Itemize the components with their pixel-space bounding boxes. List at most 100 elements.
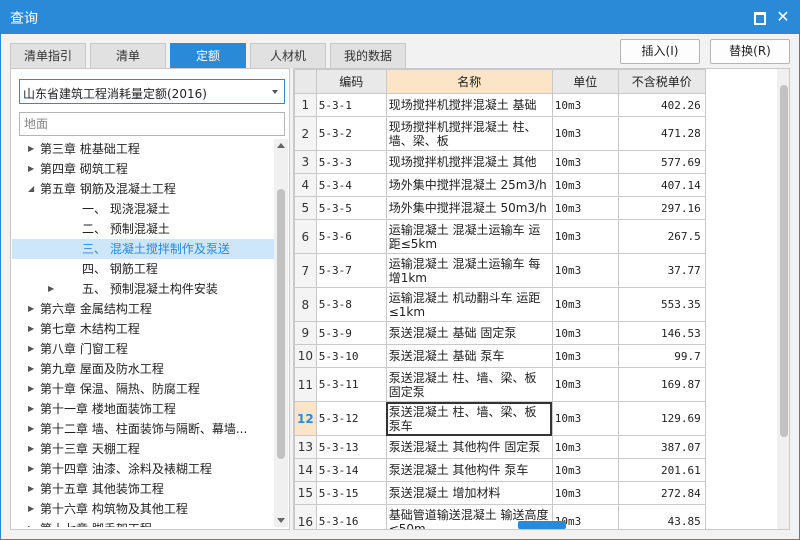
collapsed-arrow-icon[interactable]: ▶: [28, 459, 38, 479]
cell-code[interactable]: 5-3-13: [315, 435, 387, 459]
table-row[interactable]: 11 5-3-11 泵送混凝土 柱、墙、梁、板 固定泵 10m3 169.87: [294, 367, 706, 402]
tree-item[interactable]: ▶ 第十章 保温、隔热、防腐工程: [12, 379, 274, 399]
cell-unit[interactable]: 10m3: [551, 287, 619, 322]
row-number[interactable]: 15: [294, 481, 317, 505]
cell-unit[interactable]: 10m3: [551, 219, 619, 254]
cell-price[interactable]: 267.5: [617, 219, 706, 254]
cell-name[interactable]: 场外集中搅拌混凝土 25m3/h: [385, 173, 553, 197]
tab-quota[interactable]: 定额: [170, 43, 246, 68]
row-number[interactable]: 2: [294, 116, 317, 151]
tree-item[interactable]: ▶第十七章 脚手架工程: [12, 519, 274, 527]
table-row[interactable]: 16 5-3-16 基础管道输送混凝土 输送高度≤50m 10m3 43.85: [294, 504, 706, 529]
tree-item[interactable]: ▶ 第十五章 其他装饰工程: [12, 479, 274, 499]
tab-my-data[interactable]: 我的数据: [330, 43, 406, 68]
insert-button[interactable]: 插入(I): [620, 39, 700, 64]
table-row[interactable]: 9 5-3-9 泵送混凝土 基础 固定泵 10m3 146.53: [294, 321, 706, 345]
cell-price[interactable]: 146.53: [617, 321, 706, 345]
row-number[interactable]: 13: [294, 435, 317, 459]
cell-price[interactable]: 553.35: [617, 287, 706, 322]
column-header-price[interactable]: 不含税单价: [617, 69, 706, 94]
collapsed-arrow-icon[interactable]: ▶: [28, 359, 38, 379]
cell-name[interactable]: 运输混凝土 机动翻斗车 运距≤1km: [385, 287, 553, 322]
cell-code[interactable]: 5-3-15: [315, 481, 387, 505]
cell-price[interactable]: 387.07: [617, 435, 706, 459]
cell-price[interactable]: 169.87: [617, 367, 706, 402]
table-row[interactable]: 8 5-3-8 运输混凝土 机动翻斗车 运距≤1km 10m3 553.35: [294, 287, 706, 322]
scroll-up-icon[interactable]: [277, 143, 285, 148]
cell-name[interactable]: 泵送混凝土 柱、墙、梁、板 泵车: [385, 401, 553, 436]
cell-unit[interactable]: 10m3: [551, 150, 619, 174]
tree-item[interactable]: ▶ 第十一章 楼地面装饰工程: [12, 399, 274, 419]
collapsed-arrow-icon[interactable]: ▶: [28, 499, 38, 519]
cell-unit[interactable]: 10m3: [551, 401, 619, 436]
cell-price[interactable]: 297.16: [617, 196, 706, 220]
cell-name[interactable]: 现场搅拌机搅拌混凝土 其他: [385, 150, 553, 174]
expanded-arrow-icon[interactable]: ◢: [28, 179, 38, 199]
tree-item[interactable]: ◢ 第五章 钢筋及混凝土工程: [12, 179, 274, 199]
cell-name[interactable]: 泵送混凝土 其他构件 泵车: [385, 458, 553, 482]
cell-code[interactable]: 5-3-12: [315, 401, 387, 436]
grid-scrollbar[interactable]: [777, 69, 789, 529]
cell-name[interactable]: 现场搅拌机搅拌混凝土 基础: [385, 93, 553, 117]
row-number[interactable]: 7: [294, 253, 317, 288]
collapsed-arrow-icon[interactable]: ▶: [28, 479, 38, 499]
tree-item[interactable]: ▶ 第九章 屋面及防水工程: [12, 359, 274, 379]
collapsed-arrow-icon[interactable]: ▶: [28, 319, 38, 339]
tree-item[interactable]: ▶ 第八章 门窗工程: [12, 339, 274, 359]
cell-code[interactable]: 5-3-9: [315, 321, 387, 345]
search-input[interactable]: [19, 112, 285, 136]
scroll-thumb[interactable]: [780, 85, 788, 437]
tree-item[interactable]: ▶ 第十二章 墙、柱面装饰与隔断、幕墙...: [12, 419, 274, 439]
cell-name[interactable]: 泵送混凝土 其他构件 固定泵: [385, 435, 553, 459]
cell-unit[interactable]: 10m3: [551, 93, 619, 117]
cell-price[interactable]: 129.69: [617, 401, 706, 436]
row-number[interactable]: 9: [294, 321, 317, 345]
table-row[interactable]: 1 5-3-1 现场搅拌机搅拌混凝土 基础 10m3 402.26: [294, 93, 706, 117]
cell-unit[interactable]: 10m3: [551, 435, 619, 459]
cell-unit[interactable]: 10m3: [551, 116, 619, 151]
cell-code[interactable]: 5-3-2: [315, 116, 387, 151]
table-row[interactable]: 5 5-3-5 场外集中搅拌混凝土 50m3/h 10m3 297.16: [294, 196, 706, 220]
cell-code[interactable]: 5-3-3: [315, 150, 387, 174]
tree-item[interactable]: 四、 钢筋工程: [12, 259, 274, 279]
tree-item[interactable]: ▶ 第六章 金属结构工程: [12, 299, 274, 319]
table-row[interactable]: 10 5-3-10 泵送混凝土 基础 泵车 10m3 99.7: [294, 344, 706, 368]
tree-item[interactable]: 三、 混凝土搅拌制作及泵送: [12, 239, 274, 259]
cell-price[interactable]: 43.85: [617, 504, 706, 529]
cell-price[interactable]: 407.14: [617, 173, 706, 197]
cell-price[interactable]: 201.61: [617, 458, 706, 482]
table-row[interactable]: 13 5-3-13 泵送混凝土 其他构件 固定泵 10m3 387.07: [294, 435, 706, 459]
table-row[interactable]: 4 5-3-4 场外集中搅拌混凝土 25m3/h 10m3 407.14: [294, 173, 706, 197]
cell-unit[interactable]: 10m3: [551, 344, 619, 368]
table-row[interactable]: 7 5-3-7 运输混凝土 混凝土运输车 每增1km 10m3 37.77: [294, 253, 706, 288]
tree-item[interactable]: ▶ 第十四章 油漆、涂料及裱糊工程: [12, 459, 274, 479]
cell-code[interactable]: 5-3-14: [315, 458, 387, 482]
cell-code[interactable]: 5-3-5: [315, 196, 387, 220]
column-header-code[interactable]: 编码: [315, 69, 387, 94]
panel-expand-handle[interactable]: [518, 521, 566, 529]
row-number[interactable]: 4: [294, 173, 317, 197]
collapsed-arrow-icon[interactable]: ▶: [28, 439, 38, 459]
row-number[interactable]: 12: [294, 401, 317, 436]
cell-unit[interactable]: 10m3: [551, 321, 619, 345]
collapsed-arrow-icon[interactable]: ▶: [28, 379, 38, 399]
cell-code[interactable]: 5-3-16: [315, 504, 387, 529]
replace-button[interactable]: 替换(R): [710, 39, 790, 64]
cell-unit[interactable]: 10m3: [551, 367, 619, 402]
row-number[interactable]: 6: [294, 219, 317, 254]
close-icon[interactable]: ✕: [775, 9, 791, 25]
tree-item[interactable]: ▶ 第七章 木结构工程: [12, 319, 274, 339]
tree-item[interactable]: ▶ 第四章 砌筑工程: [12, 159, 274, 179]
table-row[interactable]: 2 5-3-2 现场搅拌机搅拌混凝土 柱、墙、梁、板 10m3 471.28: [294, 116, 706, 151]
tab-labor-material-machine[interactable]: 人材机: [250, 43, 326, 68]
cell-price[interactable]: 272.84: [617, 481, 706, 505]
tree-item[interactable]: ▶ 五、 预制混凝土构件安装: [12, 279, 274, 299]
cell-price[interactable]: 402.26: [617, 93, 706, 117]
cell-name[interactable]: 现场搅拌机搅拌混凝土 柱、墙、梁、板: [385, 116, 553, 151]
row-number[interactable]: 16: [294, 504, 317, 529]
table-row[interactable]: 3 5-3-3 现场搅拌机搅拌混凝土 其他 10m3 577.69: [294, 150, 706, 174]
row-number[interactable]: 1: [294, 93, 317, 117]
cell-price[interactable]: 471.28: [617, 116, 706, 151]
row-number[interactable]: 11: [294, 367, 317, 402]
table-row[interactable]: 15 5-3-15 泵送混凝土 增加材料 10m3 272.84: [294, 481, 706, 505]
